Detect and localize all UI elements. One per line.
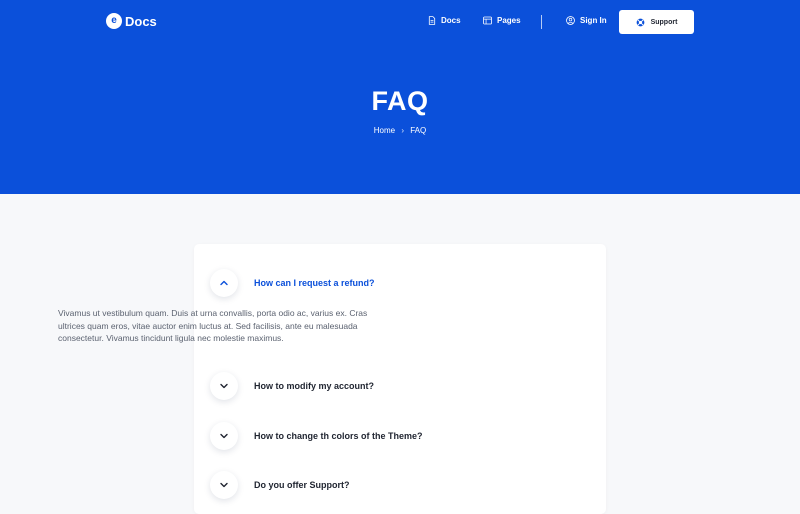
brand-name: Docs bbox=[125, 13, 157, 29]
faq-toggle-button[interactable] bbox=[210, 422, 238, 450]
faq-toggle-button[interactable] bbox=[210, 372, 238, 400]
page-title: FAQ bbox=[371, 86, 429, 116]
faq-answer: Vivamus ut vestibulum quam. Duis at urna… bbox=[58, 308, 368, 343]
nav-pages-label: Pages bbox=[497, 16, 521, 25]
nav-signin-link[interactable]: Sign In bbox=[566, 16, 607, 25]
document-icon bbox=[428, 16, 436, 25]
lifebuoy-icon bbox=[636, 18, 644, 26]
nav-signin-label: Sign In bbox=[580, 16, 607, 25]
breadcrumb-current: FAQ bbox=[410, 126, 427, 135]
breadcrumb: Home › FAQ bbox=[0, 126, 800, 135]
chevron-down-icon bbox=[220, 482, 228, 488]
faq-toggle-button[interactable] bbox=[210, 269, 238, 297]
brand-mark-icon: e bbox=[106, 13, 122, 29]
hero-banner: e Docs Docs Pages Sign In Support FAQ Ho… bbox=[0, 0, 800, 194]
chevron-down-icon bbox=[220, 433, 228, 439]
layout-icon bbox=[483, 16, 492, 25]
faq-question[interactable]: How to change th colors of the Theme? bbox=[254, 431, 423, 441]
nav-divider bbox=[541, 15, 542, 29]
breadcrumb-separator: › bbox=[401, 126, 404, 135]
breadcrumb-home-link[interactable]: Home bbox=[374, 126, 395, 135]
chevron-down-icon bbox=[220, 383, 228, 389]
chevron-up-icon bbox=[220, 280, 228, 286]
faq-question[interactable]: How to modify my account? bbox=[254, 381, 374, 391]
nav-docs-link[interactable]: Docs bbox=[428, 16, 461, 25]
top-navbar: e Docs Docs Pages Sign In Support bbox=[0, 0, 800, 44]
faq-question[interactable]: How can I request a refund? bbox=[254, 278, 375, 288]
user-icon bbox=[566, 16, 575, 25]
support-button-label: Support bbox=[650, 18, 678, 26]
faq-toggle-button[interactable] bbox=[210, 471, 238, 499]
support-button[interactable]: Support bbox=[619, 10, 694, 34]
brand-logo[interactable]: e Docs bbox=[106, 13, 157, 29]
nav-docs-label: Docs bbox=[441, 16, 461, 25]
faq-question[interactable]: Do you offer Support? bbox=[254, 480, 350, 490]
nav-pages-link[interactable]: Pages bbox=[483, 16, 521, 25]
faq-card: How can I request a refund? How to modif… bbox=[194, 244, 606, 514]
